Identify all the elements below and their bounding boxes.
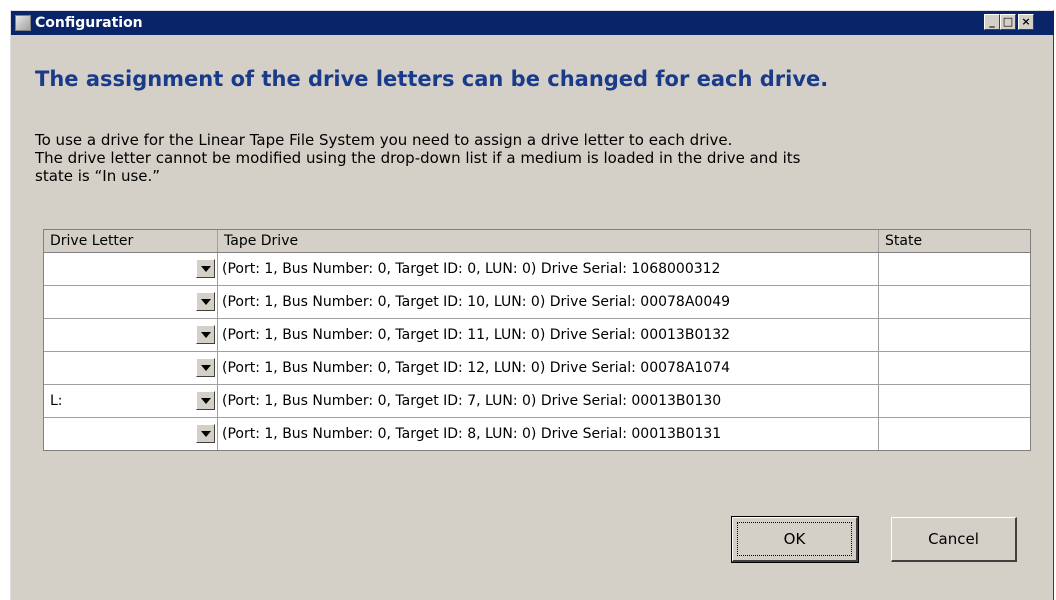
- table-row: L: (Port: 1, Bus Number: 0, Target ID: 7…: [44, 385, 1030, 418]
- state-cell: [879, 319, 1030, 351]
- dropdown-button[interactable]: [196, 391, 215, 410]
- drive-letter-select[interactable]: [44, 319, 218, 351]
- ok-button[interactable]: OK: [731, 516, 859, 563]
- chevron-down-icon: [201, 398, 211, 404]
- tape-drive-cell[interactable]: (Port: 1, Bus Number: 0, Target ID: 10, …: [218, 286, 879, 318]
- state-cell: [879, 352, 1030, 384]
- minimize-button[interactable]: _: [984, 14, 1000, 30]
- maximize-button[interactable]: □: [1000, 14, 1016, 30]
- cancel-button[interactable]: Cancel: [891, 517, 1017, 562]
- description: To use a drive for the Linear Tape File …: [35, 131, 800, 185]
- close-button[interactable]: ×: [1018, 14, 1034, 30]
- chevron-down-icon: [201, 266, 211, 272]
- description-line-1: To use a drive for the Linear Tape File …: [35, 131, 733, 149]
- title-bar[interactable]: Configuration _ □ ×: [11, 11, 1054, 35]
- state-cell: [879, 385, 1030, 417]
- configuration-window: Configuration _ □ × The assignment of th…: [10, 10, 1054, 600]
- drive-table: Drive Letter Tape Drive State (Port: 1, …: [43, 229, 1031, 451]
- tape-drive-cell[interactable]: (Port: 1, Bus Number: 0, Target ID: 11, …: [218, 319, 879, 351]
- chevron-down-icon: [201, 431, 211, 437]
- header-tape-drive[interactable]: Tape Drive: [218, 230, 879, 252]
- description-line-2: The drive letter cannot be modified usin…: [35, 149, 801, 167]
- header-drive-letter[interactable]: Drive Letter: [44, 230, 218, 252]
- table-row: (Port: 1, Bus Number: 0, Target ID: 10, …: [44, 286, 1030, 319]
- drive-letter-select[interactable]: [44, 253, 218, 285]
- drive-letter-select[interactable]: [44, 352, 218, 384]
- chevron-down-icon: [201, 299, 211, 305]
- page-heading: The assignment of the drive letters can …: [35, 67, 829, 91]
- cancel-button-label: Cancel: [928, 530, 979, 548]
- window-title: Configuration: [35, 15, 143, 31]
- table-row: (Port: 1, Bus Number: 0, Target ID: 8, L…: [44, 418, 1030, 450]
- drive-letter-value: L:: [50, 393, 63, 409]
- table-row: (Port: 1, Bus Number: 0, Target ID: 0, L…: [44, 253, 1030, 286]
- tape-drive-cell[interactable]: (Port: 1, Bus Number: 0, Target ID: 0, L…: [218, 253, 879, 285]
- app-icon: [15, 15, 31, 31]
- dropdown-button[interactable]: [196, 292, 215, 311]
- state-cell: [879, 253, 1030, 285]
- drive-letter-select[interactable]: [44, 418, 218, 450]
- dropdown-button[interactable]: [196, 259, 215, 278]
- chevron-down-icon: [201, 365, 211, 371]
- table-row: (Port: 1, Bus Number: 0, Target ID: 12, …: [44, 352, 1030, 385]
- description-line-3: state is “In use.”: [35, 167, 161, 185]
- state-cell: [879, 418, 1030, 450]
- tape-drive-cell[interactable]: (Port: 1, Bus Number: 0, Target ID: 7, L…: [218, 385, 879, 417]
- header-state[interactable]: State: [879, 230, 1030, 252]
- state-cell: [879, 286, 1030, 318]
- focus-rectangle: [737, 522, 852, 556]
- tape-drive-cell[interactable]: (Port: 1, Bus Number: 0, Target ID: 8, L…: [218, 418, 879, 450]
- table-row: (Port: 1, Bus Number: 0, Target ID: 11, …: [44, 319, 1030, 352]
- dropdown-button[interactable]: [196, 358, 215, 377]
- table-header: Drive Letter Tape Drive State: [44, 230, 1030, 253]
- dropdown-button[interactable]: [196, 424, 215, 443]
- dropdown-button[interactable]: [196, 325, 215, 344]
- drive-letter-select[interactable]: L:: [44, 385, 218, 417]
- chevron-down-icon: [201, 332, 211, 338]
- tape-drive-cell[interactable]: (Port: 1, Bus Number: 0, Target ID: 12, …: [218, 352, 879, 384]
- drive-letter-select[interactable]: [44, 286, 218, 318]
